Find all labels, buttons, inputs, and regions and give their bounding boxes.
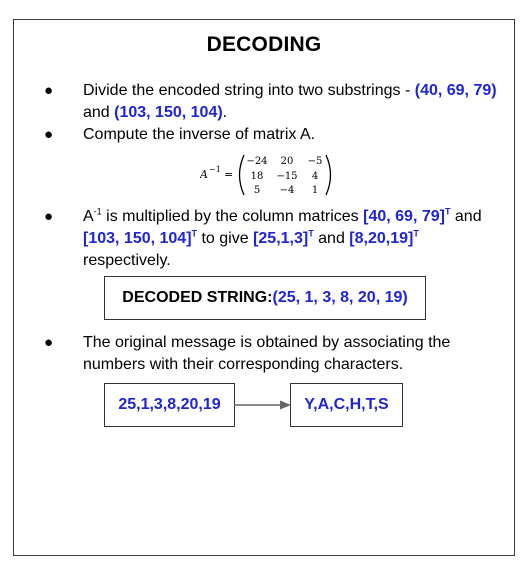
transpose-mark: T bbox=[413, 228, 419, 239]
matrix-cell: −4 bbox=[280, 185, 295, 196]
letters-value: Y,A,C,H,T,S bbox=[304, 396, 389, 413]
numbers-box: 25,1,3,8,20,19 bbox=[104, 383, 235, 427]
matrix-equals: = bbox=[224, 168, 233, 181]
bullet-3: ● bbox=[44, 208, 54, 225]
step-mapping-text: The original message is obtained by asso… bbox=[83, 334, 451, 373]
inverse-exponent: -1 bbox=[93, 206, 102, 217]
numbers-value: 25,1,3,8,20,19 bbox=[118, 396, 221, 413]
result-matrix-2: [8,20,19] bbox=[349, 230, 414, 247]
column-matrix-1: [40, 69, 79] bbox=[363, 208, 445, 225]
decoded-string-box: DECODED STRING: (25, 1, 3, 8, 20, 19) bbox=[104, 276, 426, 320]
result-matrix-1: [25,1,3] bbox=[253, 230, 309, 247]
conjunction: and bbox=[450, 208, 482, 225]
inverse-symbol: A bbox=[83, 208, 94, 225]
bullet-4: ● bbox=[44, 334, 54, 351]
step-divide-intro: Divide the encoded string into two subst… bbox=[83, 82, 415, 99]
matrix-cell: −5 bbox=[308, 156, 323, 167]
step-multiply-end: respectively. bbox=[83, 252, 171, 269]
decoded-string-value: (25, 1, 3, 8, 20, 19) bbox=[272, 289, 408, 306]
conjunction: and bbox=[313, 230, 350, 247]
matrix-cell: 1 bbox=[312, 185, 318, 196]
letters-box: Y,A,C,H,T,S bbox=[290, 383, 403, 427]
page-title: DECODING bbox=[206, 33, 322, 56]
substring-2: (103, 150, 104) bbox=[114, 104, 223, 121]
arrow-right-icon bbox=[234, 400, 291, 410]
step-divide-and: and bbox=[83, 104, 115, 121]
matrix-cell: 5 bbox=[254, 185, 260, 196]
step-multiply-phrase: is multiplied by the column matrices bbox=[101, 208, 364, 225]
matrix-cell: 18 bbox=[251, 171, 264, 182]
matrix-lhs-base: A bbox=[200, 168, 208, 181]
matrix-cell: 4 bbox=[312, 171, 318, 182]
bullet-2: ● bbox=[44, 126, 54, 143]
step-inverse-text: Compute the inverse of matrix A. bbox=[83, 126, 316, 143]
column-matrix-2: [103, 150, 104] bbox=[83, 230, 192, 247]
step-divide-period: . bbox=[222, 104, 228, 121]
matrix-cell: −15 bbox=[276, 171, 297, 182]
matrix-right-paren bbox=[325, 154, 332, 196]
matrix-cell: 20 bbox=[281, 156, 294, 167]
matrix-left-paren bbox=[238, 154, 245, 196]
step-divide-text: Divide the encoded string into two subst… bbox=[83, 80, 503, 124]
step-result-phrase: to give bbox=[197, 230, 254, 247]
matrix-cell: −24 bbox=[246, 156, 267, 167]
matrix-lhs-exponent: −1 bbox=[209, 165, 221, 174]
inverse-matrix-equation: A −1 = −24 20 −5 18 −15 4 5 −4 1 bbox=[200, 154, 332, 196]
substring-1: (40, 69, 79) bbox=[414, 82, 497, 99]
step-multiply-text: A-1 is multiplied by the column matrices… bbox=[83, 206, 503, 272]
bullet-1: ● bbox=[44, 82, 54, 99]
decoded-string-label: DECODED STRING: bbox=[122, 289, 273, 306]
